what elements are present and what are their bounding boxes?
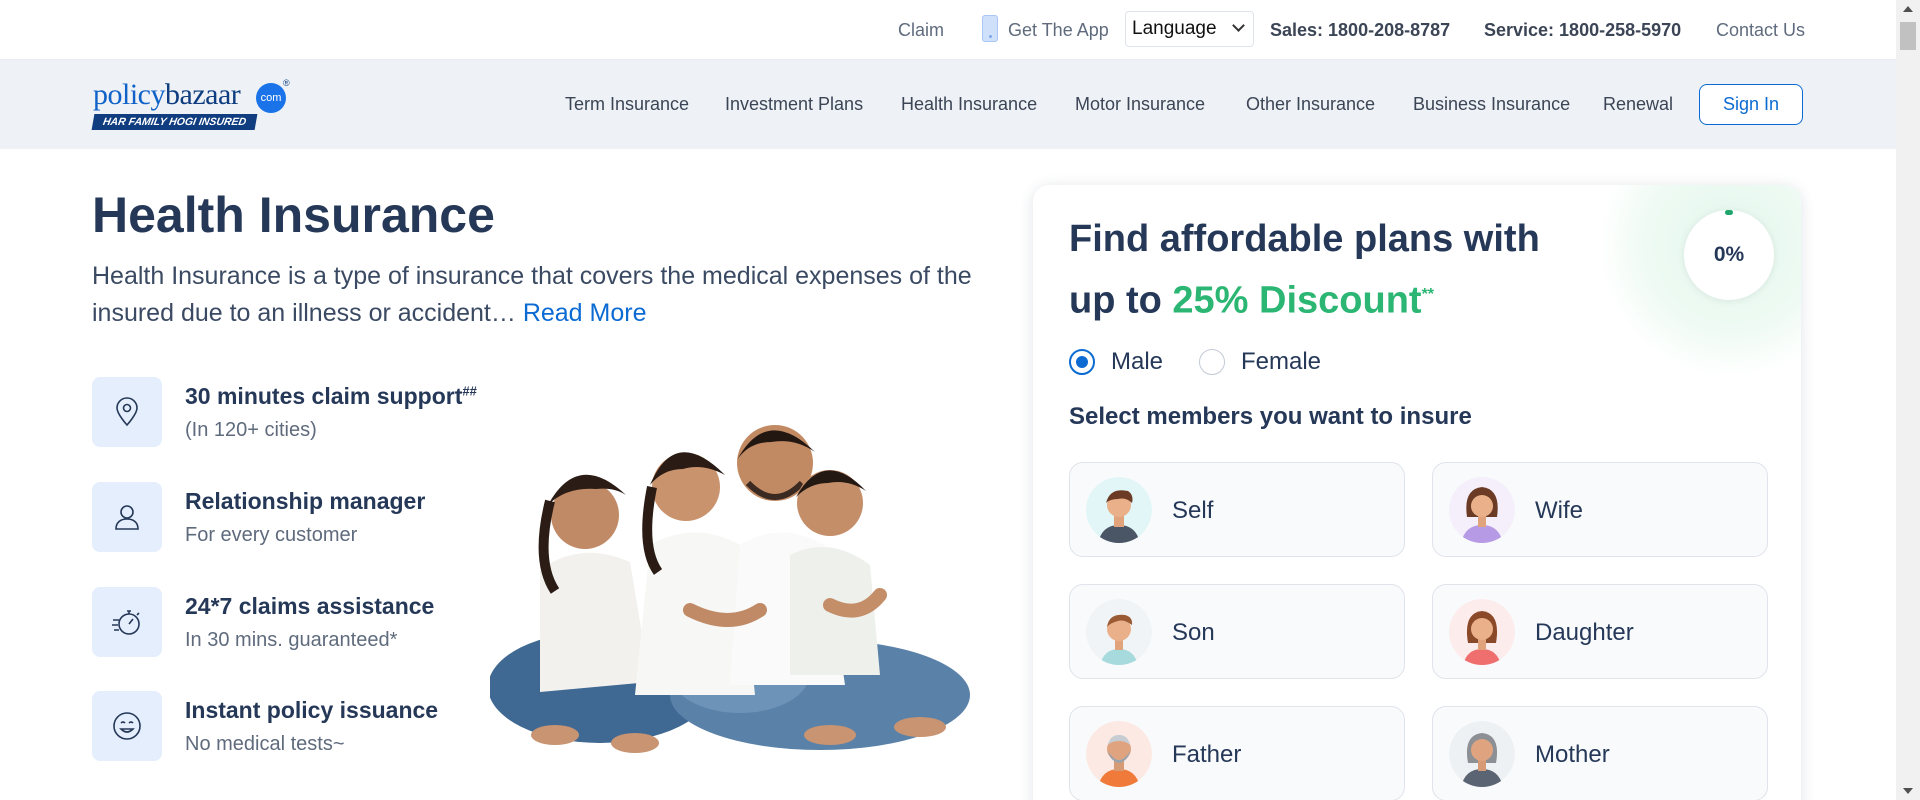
- top-utility-bar: Claim Get The App Language Sales: 1800-2…: [0, 0, 1896, 60]
- feature-title: 30 minutes claim support##: [185, 383, 477, 409]
- feature-title: 24*7 claims assistance: [185, 593, 435, 619]
- gender-male-radio[interactable]: Male: [1069, 347, 1179, 377]
- language-select-value: Language: [1132, 18, 1217, 39]
- mobile-phone-icon: [982, 15, 998, 42]
- logo-tagline: HAR FAMILY HOGI INSURED: [91, 114, 258, 130]
- claim-link[interactable]: Claim: [898, 0, 944, 60]
- gender-female-radio[interactable]: Female: [1199, 347, 1329, 377]
- nav-term-insurance[interactable]: Term Insurance: [565, 60, 689, 149]
- boy-avatar-icon: [1086, 599, 1152, 665]
- member-father[interactable]: Father: [1069, 706, 1405, 800]
- member-self[interactable]: Self: [1069, 462, 1405, 557]
- nav-business-insurance[interactable]: Business Insurance: [1413, 60, 1570, 149]
- language-select[interactable]: Language: [1125, 11, 1254, 47]
- stopwatch-icon: [92, 587, 162, 657]
- member-label: Wife: [1535, 497, 1583, 524]
- page-description: Health Insurance is a type of insurance …: [92, 258, 992, 332]
- nav-other-insurance[interactable]: Other Insurance: [1246, 60, 1375, 149]
- feature-title: Relationship manager: [185, 488, 426, 514]
- member-mother[interactable]: Mother: [1432, 706, 1768, 800]
- nav-motor-insurance[interactable]: Motor Insurance: [1075, 60, 1205, 149]
- location-pin-icon: [92, 377, 162, 447]
- card-heading: Find affordable plans with up to 25% Dis…: [1069, 218, 1540, 322]
- woman-avatar-icon: [1449, 477, 1515, 543]
- policybazaar-logo[interactable]: policybazaar com ® HAR FAMILY HOGI INSUR…: [91, 78, 293, 134]
- member-son[interactable]: Son: [1069, 584, 1405, 679]
- member-label: Father: [1172, 741, 1242, 768]
- radio-checked-icon: [1069, 349, 1095, 375]
- service-phone[interactable]: Service: 1800-258-5970: [1484, 0, 1681, 60]
- nav-investment-plans[interactable]: Investment Plans: [725, 60, 863, 149]
- page-scrollbar[interactable]: [1896, 0, 1920, 800]
- nav-health-insurance[interactable]: Health Insurance: [901, 60, 1037, 149]
- member-label: Mother: [1535, 741, 1610, 768]
- discount-highlight: 25% Discount: [1172, 279, 1422, 322]
- radio-unchecked-icon: [1199, 349, 1225, 375]
- feature-subtitle: For every customer: [185, 524, 358, 546]
- logo-registered-mark: ®: [283, 78, 290, 88]
- quote-card: 0% Find affordable plans with up to 25% …: [1033, 185, 1801, 800]
- main-navbar: policybazaar com ® HAR FAMILY HOGI INSUR…: [0, 60, 1896, 149]
- member-wife[interactable]: Wife: [1432, 462, 1768, 557]
- user-icon: [92, 482, 162, 552]
- radio-label: Female: [1241, 348, 1322, 375]
- read-more-link[interactable]: Read More: [523, 299, 647, 327]
- girl-avatar-icon: [1449, 599, 1515, 665]
- feature-title: Instant policy issuance: [185, 697, 439, 723]
- member-label: Daughter: [1535, 619, 1634, 646]
- member-label: Self: [1172, 497, 1214, 524]
- scroll-up-arrow-icon[interactable]: [1903, 6, 1913, 12]
- old-woman-avatar-icon: [1449, 721, 1515, 787]
- smiley-icon: [92, 691, 162, 761]
- scroll-down-arrow-icon[interactable]: [1903, 788, 1913, 794]
- member-daughter[interactable]: Daughter: [1432, 584, 1768, 679]
- chevron-down-icon: [1232, 19, 1245, 32]
- progress-indicator: 0%: [1684, 210, 1774, 300]
- members-label: Select members you want to insure: [1069, 403, 1472, 430]
- old-man-avatar-icon: [1086, 721, 1152, 787]
- radio-label: Male: [1111, 348, 1164, 375]
- feature-subtitle: (In 120+ cities): [185, 419, 317, 441]
- family-illustration: [490, 425, 970, 753]
- scrollbar-thumb[interactable]: [1900, 22, 1916, 50]
- feature-subtitle: In 30 mins. guaranteed*: [185, 629, 398, 651]
- feature-subtitle: No medical tests~: [185, 733, 345, 755]
- logo-wordmark: policybazaar: [93, 78, 241, 111]
- man-avatar-icon: [1086, 477, 1152, 543]
- logo-dotcom-badge: com: [256, 83, 286, 113]
- page-title: Health Insurance: [92, 187, 495, 243]
- contact-us-link[interactable]: Contact Us: [1716, 0, 1805, 60]
- sign-in-button[interactable]: Sign In: [1699, 84, 1803, 125]
- member-label: Son: [1172, 619, 1215, 646]
- sales-phone[interactable]: Sales: 1800-208-8787: [1270, 0, 1450, 60]
- nav-renewal[interactable]: Renewal: [1603, 60, 1673, 149]
- get-app-link[interactable]: Get The App: [1008, 0, 1109, 60]
